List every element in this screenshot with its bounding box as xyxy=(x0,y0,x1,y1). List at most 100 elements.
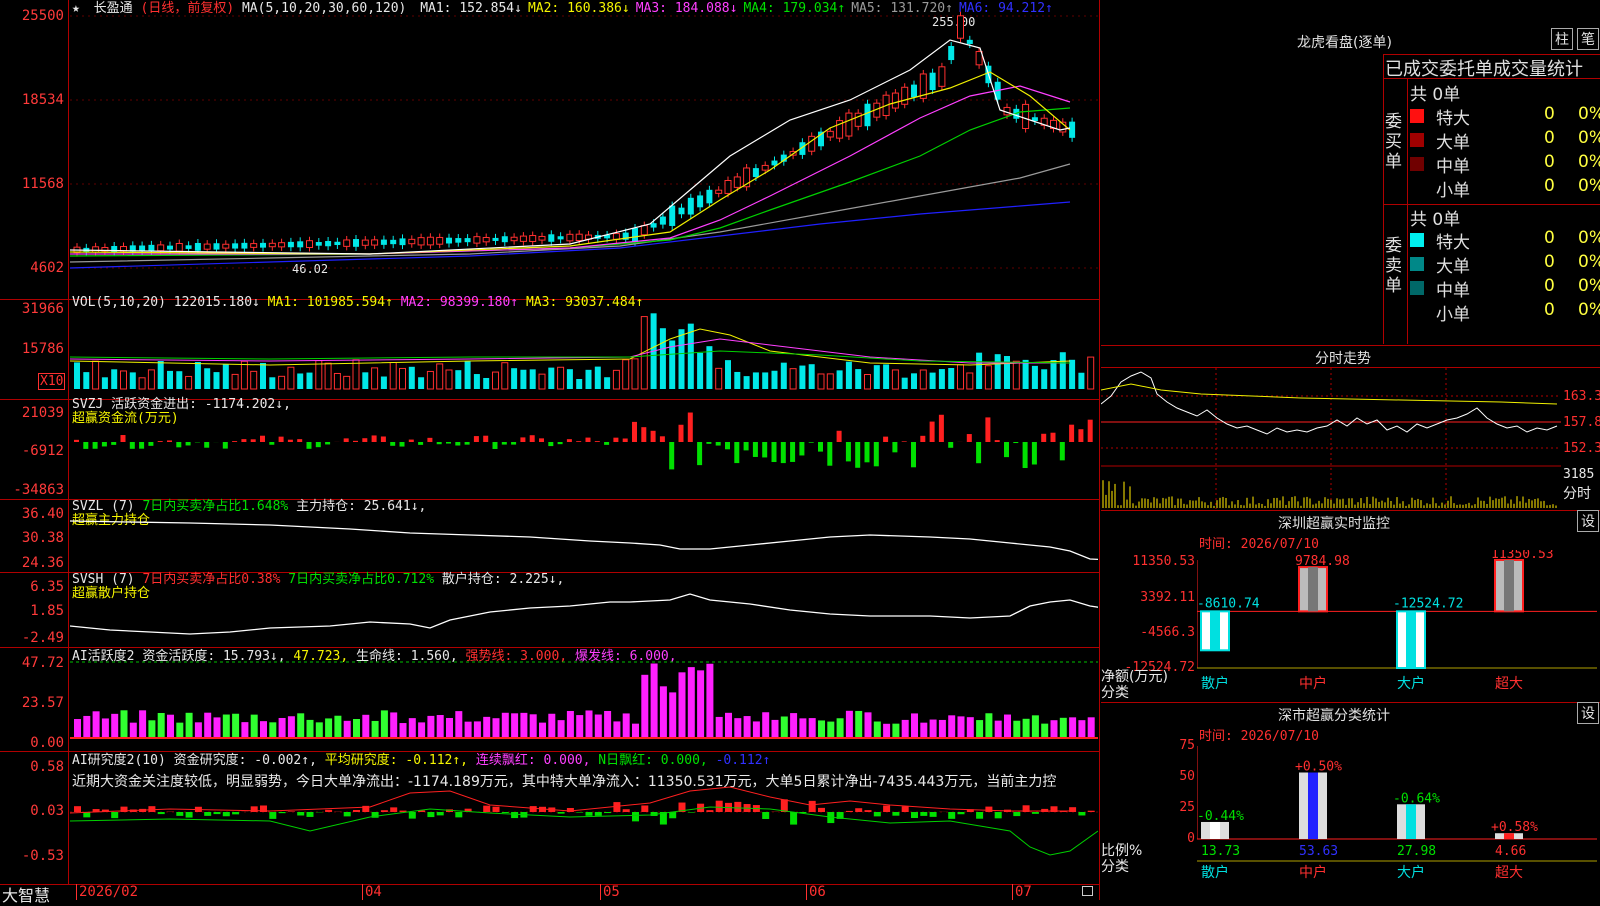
vol-axis-tick: 15786 xyxy=(2,341,64,357)
order-row: 大单00% xyxy=(1410,252,1600,276)
legend-swatch xyxy=(1410,257,1424,271)
ma2-line xyxy=(70,72,1070,254)
stats-category: 散户 xyxy=(1201,864,1229,881)
sz-stats-axis-tick: 75 xyxy=(1101,738,1195,753)
stats-bar-change: -0.44% xyxy=(1197,809,1244,824)
price-axis-tick: 18534 xyxy=(2,92,64,108)
ma3-line xyxy=(70,86,1070,254)
order-percent: 0% xyxy=(1578,128,1600,148)
order-type: 中单 xyxy=(1436,276,1470,301)
stats-bar xyxy=(1299,772,1327,839)
stats-category: 中户 xyxy=(1299,864,1327,881)
buy-rows: 特大00%大单00%中单00%小单00% xyxy=(1410,104,1600,204)
order-row: 大单00% xyxy=(1410,128,1600,152)
volume-chart[interactable] xyxy=(70,299,1098,399)
order-count: 0 xyxy=(1544,152,1555,172)
candlestick-chart[interactable] xyxy=(70,0,1098,299)
stats-bar-value: 53.63 xyxy=(1299,844,1338,859)
ai-active-axis-tick: 0.00 xyxy=(2,735,64,751)
order-type: 特大 xyxy=(1436,228,1470,253)
sz-monitor-chart[interactable]: -8610.74散户9784.98中户-12524.72大户11350.53超大 xyxy=(1197,550,1597,690)
monitor-bar xyxy=(1299,567,1327,611)
order-type: 小单 xyxy=(1436,176,1470,201)
monitor-bar-value: -8610.74 xyxy=(1197,596,1260,611)
order-count: 0 xyxy=(1544,176,1555,196)
ai-research-axis-tick: -0.53 xyxy=(2,848,64,864)
sell-total: 共 0单 xyxy=(1410,205,1460,230)
legend-swatch xyxy=(1410,109,1424,123)
order-count: 0 xyxy=(1544,128,1555,148)
order-count: 0 xyxy=(1544,300,1555,320)
monitor-bar-value: 11350.53 xyxy=(1491,550,1554,562)
svzj-axis-tick: -6912 xyxy=(2,443,64,459)
sz-monitor-axis-tick: 11350.53 xyxy=(1101,554,1195,569)
ai-active-axis-tick: 47.72 xyxy=(2,655,64,671)
ma5-line xyxy=(70,164,1070,262)
order-row: 中单00% xyxy=(1410,152,1600,176)
svzl-pane[interactable]: SVZL (7) 7日内买卖净占比1.648% 主力持仓: 25.641↓, 超… xyxy=(0,499,1100,573)
sz-monitor-panel: 深圳超赢实时监控 设 时间: 2026/07/10 11350.53 3392.… xyxy=(1101,510,1600,703)
svsh-axis-tick: 6.35 xyxy=(2,579,64,595)
svzj-chart[interactable] xyxy=(70,399,1098,499)
order-type: 大单 xyxy=(1436,252,1470,277)
brand-logo[interactable]: 大智慧 xyxy=(2,882,50,906)
order-row: 特大00% xyxy=(1410,228,1600,252)
stats-bar-change: +0.50% xyxy=(1295,759,1342,774)
volume-pane[interactable]: VOL(5,10,20) 122015.180↓ MA1: 101985.594… xyxy=(0,299,1100,400)
vol-unit-badge[interactable]: X10 xyxy=(38,373,65,390)
sz-monitor-axis-tick: -4566.3 xyxy=(1101,625,1195,640)
order-type: 小单 xyxy=(1436,300,1470,325)
sz-monitor-settings-button[interactable]: 设 xyxy=(1577,510,1599,532)
sz-monitor-axis-tick: 3392.11 xyxy=(1101,590,1195,605)
svzj-axis-tick: 21039 xyxy=(2,405,64,421)
svzl-chart[interactable] xyxy=(70,499,1098,572)
svsh-chart[interactable] xyxy=(70,572,1098,647)
lock-icon[interactable] xyxy=(1082,886,1093,896)
stats-bar xyxy=(1201,822,1229,839)
sz-stats-title: 深市超赢分类统计 xyxy=(1278,705,1390,725)
order-row: 小单 0 0% xyxy=(1410,300,1600,324)
vol-axis-tick: 31966 xyxy=(2,301,64,317)
sz-stats-chart[interactable]: -0.44%13.73散户+0.50%53.63中户-0.64%27.98大户+… xyxy=(1197,742,1597,894)
svzj-axis-tick: -34863 xyxy=(2,482,64,498)
intraday-volume-max: 3185 xyxy=(1563,467,1594,482)
stats-bar-change: +0.58% xyxy=(1491,820,1538,835)
order-percent: 0% xyxy=(1578,176,1600,196)
monitor-bar-value: -12524.72 xyxy=(1393,596,1463,611)
intraday-title: 分时走势 xyxy=(1315,348,1371,368)
ai-research-chart[interactable] xyxy=(70,751,1098,884)
monitor-bar xyxy=(1201,611,1229,650)
price-axis-tick: 4602 xyxy=(2,260,64,276)
x-axis: 大智慧 2026/02 04 05 06 07 xyxy=(0,884,1100,900)
chart-area[interactable]: ★ 长盈通 (日线，前复权) MA(5,10,20,30,60,120) MA1… xyxy=(0,0,1100,900)
tick-mode-button[interactable]: 笔 xyxy=(1577,28,1599,50)
legend-swatch xyxy=(1410,133,1424,147)
order-percent: 0% xyxy=(1578,300,1600,320)
x-tick: 07 xyxy=(1012,884,1032,900)
bar-mode-button[interactable]: 柱 xyxy=(1551,28,1573,50)
intraday-axis-tick: 163.3 xyxy=(1563,389,1600,404)
lhb-title: 龙虎看盘(逐单) xyxy=(1297,32,1392,52)
price-pane[interactable]: ★ 长盈通 (日线，前复权) MA(5,10,20,30,60,120) MA1… xyxy=(0,0,1100,300)
monitor-category: 超大 xyxy=(1495,676,1523,690)
sz-stats-settings-button[interactable]: 设 xyxy=(1577,702,1599,724)
ai-active-pane[interactable]: AI活跃度2 资金活跃度: 15.793↓, 47.723, 生命线: 1.56… xyxy=(0,647,1100,752)
ai-research-pane[interactable]: AI研究度2(10) 资金研究度: -0.002↑, 平均研究度: -0.112… xyxy=(0,751,1100,885)
ai-active-chart[interactable] xyxy=(70,647,1098,751)
legend-swatch xyxy=(1410,157,1424,171)
sz-stats-axis-tick: 25 xyxy=(1101,800,1195,815)
legend-swatch xyxy=(1410,281,1424,295)
svsh-pane[interactable]: SVSH (7) 7日内买卖净占比0.38% 7日内买卖净占比0.712% 散户… xyxy=(0,572,1100,648)
intraday-panel[interactable]: 分时走势 163.3 157.8 152.3 3185 分时 xyxy=(1101,345,1600,511)
intraday-chart[interactable] xyxy=(1101,368,1561,509)
price-axis-tick: 11568 xyxy=(2,176,64,192)
x-tick: 2026/02 xyxy=(76,884,138,900)
svzj-pane[interactable]: SVZJ 活跃资金进出: -1174.202↓, 超赢资金流(万元) 21039… xyxy=(0,399,1100,500)
monitor-bar xyxy=(1495,560,1523,611)
sz-monitor-title: 深圳超赢实时监控 xyxy=(1278,513,1390,533)
order-count: 0 xyxy=(1544,228,1555,248)
order-percent: 0% xyxy=(1578,152,1600,172)
stats-category: 超大 xyxy=(1495,865,1523,881)
intraday-unit: 分时 xyxy=(1563,483,1591,503)
sz-stats-xlabel: 分类 xyxy=(1101,856,1129,876)
